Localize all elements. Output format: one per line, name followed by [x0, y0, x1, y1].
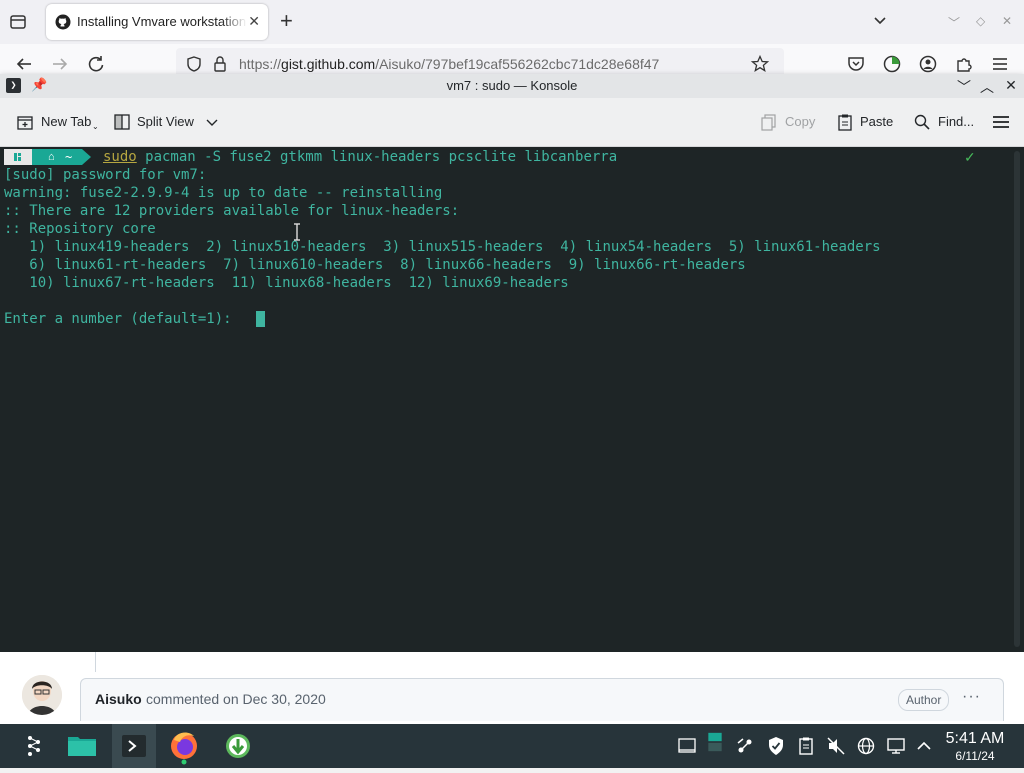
terminal-scrollbar[interactable]	[1014, 151, 1020, 647]
taskbar: 5:41 AM 6/11/24	[0, 724, 1024, 768]
konsole-window: ❯ 📌 vm7 : sudo — Konsole ﹀ ︿ ✕ New Tab ⌄…	[0, 74, 1024, 652]
extension-color-icon[interactable]	[882, 54, 902, 74]
new-tab-icon[interactable]: +	[280, 9, 293, 33]
close-tab-icon[interactable]: ✕	[248, 13, 260, 30]
firefox-icon	[171, 732, 197, 765]
paste-icon[interactable]	[836, 113, 854, 131]
pager-icon[interactable]	[705, 732, 725, 752]
terminal-output-line: 10) linux67-rt-headers 11) linux68-heade…	[4, 275, 569, 291]
ibeam-cursor-icon	[294, 223, 300, 241]
chevron-down-icon[interactable]	[871, 12, 889, 30]
close-window-icon[interactable]: ✕	[1002, 14, 1012, 28]
close-icon[interactable]: ✕	[1002, 77, 1020, 94]
new-tab-button[interactable]: New Tab	[41, 114, 91, 129]
security-shield-icon[interactable]	[766, 736, 786, 756]
comment-author[interactable]: Aisuko	[95, 691, 142, 707]
minimize-icon[interactable]: ﹀	[955, 77, 973, 97]
pocket-icon[interactable]	[846, 54, 866, 74]
browser-tab-title: Installing Vmvare workstation	[77, 14, 247, 29]
avatar-image	[22, 675, 62, 715]
terminal-output-line: [sudo] password for vm7:	[4, 167, 207, 183]
paste-button[interactable]: Paste	[860, 114, 893, 129]
terminal-input-prompt: Enter a number (default=1):	[4, 311, 241, 327]
folder-icon[interactable]	[60, 724, 104, 768]
reload-icon[interactable]	[86, 54, 106, 74]
terminal-output-line: :: Repository core	[4, 221, 156, 237]
split-view-icon[interactable]	[113, 113, 131, 131]
clipboard-icon[interactable]	[796, 736, 816, 756]
kde-connect-icon[interactable]	[735, 736, 755, 756]
konsole-toolbar: New Tab ⌄ Split View Copy Paste Find...	[0, 98, 1024, 147]
network-icon[interactable]	[856, 736, 876, 756]
display-config-icon[interactable]	[886, 736, 906, 756]
prompt-arrow	[82, 149, 91, 165]
split-view-button[interactable]: Split View	[137, 114, 194, 129]
maximize-icon[interactable]: ︿	[978, 77, 996, 97]
avatar[interactable]	[22, 675, 62, 715]
url-text[interactable]: https://gist.github.com/Aisuko/797bef19c…	[239, 56, 659, 72]
download-manager-icon[interactable]	[216, 724, 260, 768]
prompt-path-segment: ⌂ ~	[32, 149, 82, 165]
search-icon[interactable]	[913, 113, 931, 131]
lock-icon[interactable]	[210, 54, 230, 74]
terminal-output-line: warning: fuse2-2.9.9-4 is up to date -- …	[4, 185, 443, 201]
prompt-os-segment	[4, 149, 32, 165]
more-options-icon[interactable]: ···	[962, 688, 981, 706]
minimize-icon[interactable]: ﹀	[948, 14, 960, 31]
manjaro-logo-icon	[14, 153, 21, 161]
maximize-icon[interactable]: ◇	[976, 14, 985, 28]
hamburger-menu-icon[interactable]	[990, 54, 1010, 74]
chevron-up-icon[interactable]	[914, 736, 934, 756]
browser-tab-bar: Installing Vmvare workstation ✕ + ﹀ ◇ ✕	[0, 0, 1024, 44]
account-icon[interactable]	[918, 54, 938, 74]
timeline-line	[95, 652, 96, 672]
command-line: sudo pacman -S fuse2 gtkmm linux-headers…	[103, 148, 617, 166]
new-tab-icon[interactable]	[16, 113, 34, 131]
copy-button[interactable]: Copy	[785, 114, 815, 129]
terminal-output-line: :: There are 12 providers available for …	[4, 203, 460, 219]
clock-time[interactable]: 5:41 AM	[940, 730, 1010, 748]
show-desktop-icon[interactable]	[677, 736, 697, 756]
konsole-titlebar[interactable]: ❯ 📌 vm7 : sudo — Konsole ﹀ ︿ ✕	[0, 74, 1024, 98]
author-badge: Author	[898, 689, 950, 711]
find-button[interactable]: Find...	[938, 114, 974, 129]
konsole-task-button[interactable]	[112, 724, 156, 768]
back-arrow-icon[interactable]	[14, 54, 34, 74]
copy-icon	[761, 114, 776, 131]
home-icon: ⌂	[48, 151, 55, 163]
volume-muted-icon[interactable]	[826, 736, 846, 756]
hamburger-menu-icon[interactable]	[992, 113, 1010, 131]
shield-icon[interactable]	[184, 54, 204, 74]
browser-tab-active[interactable]: Installing Vmvare workstation ✕	[46, 4, 268, 40]
extensions-puzzle-icon[interactable]	[954, 54, 974, 74]
forward-arrow-icon[interactable]	[50, 54, 70, 74]
command-sudo: sudo	[103, 149, 137, 165]
terminal-output-line: 6) linux61-rt-headers 7) linux610-header…	[4, 257, 746, 273]
text-cursor	[256, 311, 265, 327]
prompt-path: ~	[65, 150, 73, 164]
window-title: vm7 : sudo — Konsole	[446, 78, 578, 93]
tab-list-icon[interactable]	[8, 12, 28, 32]
bookmark-star-icon[interactable]	[750, 54, 770, 74]
github-icon	[55, 14, 71, 30]
terminal-output-line: 1) linux419-headers 2) linux510-headers …	[4, 239, 881, 255]
status-check-icon: ✓	[964, 149, 976, 165]
firefox-task-button[interactable]	[162, 724, 206, 768]
command-args: pacman -S fuse2 gtkmm linux-headers pcsc…	[136, 149, 618, 165]
chevron-down-icon[interactable]	[203, 113, 221, 131]
app-launcher-icon[interactable]	[12, 724, 56, 768]
dropdown-arrow-icon[interactable]: ⌄	[92, 122, 99, 131]
clock-date[interactable]: 6/11/24	[940, 749, 1010, 763]
terminal-icon	[122, 735, 146, 757]
comment-meta[interactable]: commented on Dec 30, 2020	[146, 691, 326, 707]
terminal-area[interactable]: ⌂ ~ sudo pacman -S fuse2 gtkmm linux-hea…	[0, 147, 1024, 652]
